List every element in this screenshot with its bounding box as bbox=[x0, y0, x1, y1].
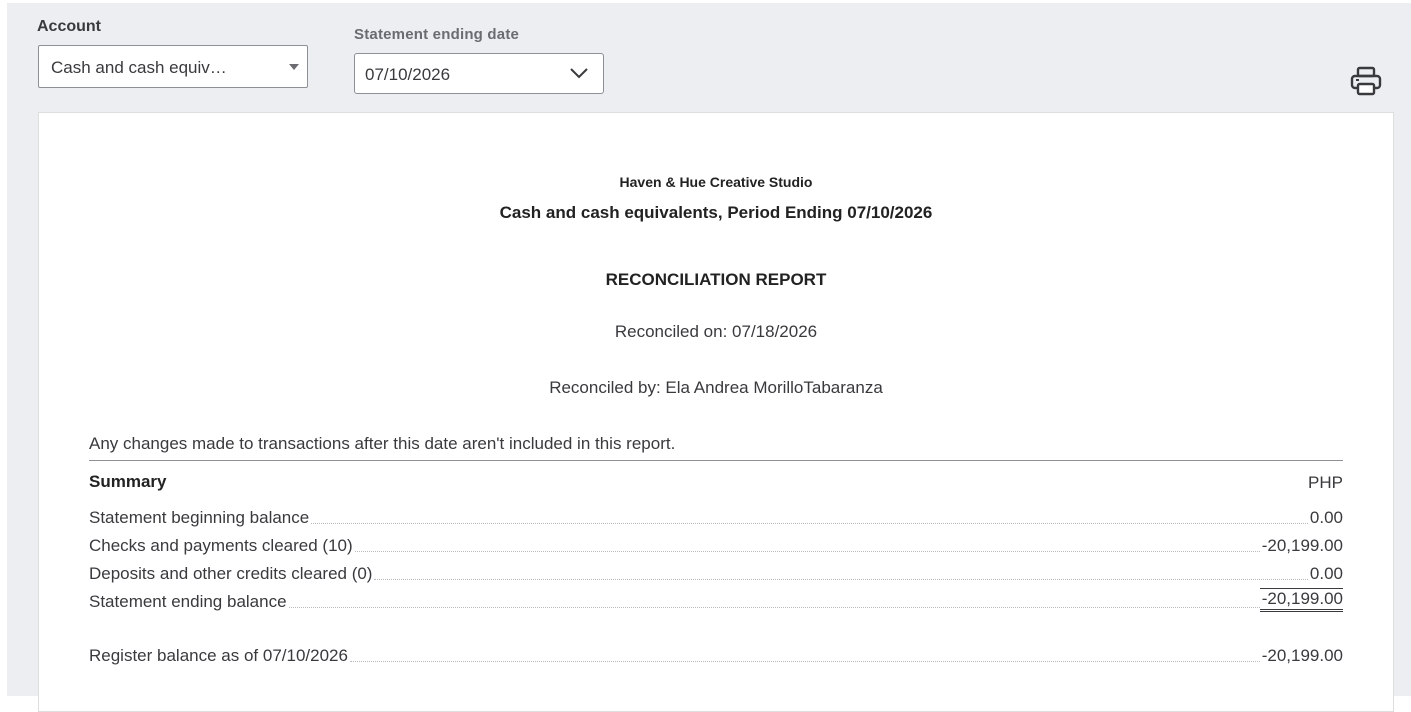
currency-label: PHP bbox=[1308, 473, 1343, 492]
reconciled-by: Reconciled by: Ela Andrea MorilloTabaran… bbox=[549, 378, 883, 397]
summary-row-total: Statement ending balance -20,199.00 bbox=[89, 588, 1343, 612]
dot-leader bbox=[311, 522, 1308, 524]
row-amount: 0.00 bbox=[1309, 508, 1343, 527]
report-notice: Any changes made to transactions after t… bbox=[89, 434, 676, 453]
divider bbox=[89, 460, 1343, 461]
row-amount: -20,199.00 bbox=[1261, 536, 1343, 555]
caret-down-icon bbox=[289, 64, 299, 70]
account-label: Account bbox=[37, 18, 101, 35]
printer-icon bbox=[1350, 66, 1382, 96]
app-window: Account Cash and cash equiv… Statement e… bbox=[7, 3, 1411, 712]
print-button[interactable] bbox=[1350, 66, 1382, 96]
summary-row: Register balance as of 07/10/2026 -20,19… bbox=[89, 644, 1343, 666]
account-select-value: Cash and cash equiv… bbox=[51, 58, 227, 77]
account-select[interactable]: Cash and cash equiv… bbox=[38, 45, 308, 88]
dot-leader bbox=[374, 578, 1308, 580]
dot-leader bbox=[288, 606, 1260, 608]
row-amount: 0.00 bbox=[1309, 564, 1343, 583]
statement-date-value: 07/10/2026 bbox=[365, 65, 451, 84]
dot-leader bbox=[354, 550, 1260, 552]
row-amount: -20,199.00 bbox=[1261, 646, 1343, 665]
summary-row: Deposits and other credits cleared (0) 0… bbox=[89, 562, 1343, 584]
statement-date-select[interactable]: 07/10/2026 bbox=[354, 53, 604, 94]
row-amount: -20,199.00 bbox=[1259, 588, 1343, 612]
reconciled-on: Reconciled on: 07/18/2026 bbox=[614, 322, 818, 341]
reconciliation-report: Haven & Hue Creative Studio Cash and cas… bbox=[38, 112, 1394, 712]
row-label: Register balance as of 07/10/2026 bbox=[89, 646, 348, 665]
chevron-down-icon bbox=[570, 68, 588, 79]
summary-heading: Summary bbox=[89, 472, 167, 491]
row-label: Deposits and other credits cleared (0) bbox=[89, 564, 373, 583]
row-label: Checks and payments cleared (10) bbox=[89, 536, 353, 555]
report-title: RECONCILIATION REPORT bbox=[605, 270, 827, 289]
summary-row: Statement beginning balance 0.00 bbox=[89, 506, 1343, 528]
report-subtitle: Cash and cash equivalents, Period Ending… bbox=[499, 203, 933, 222]
company-name: Haven & Hue Creative Studio bbox=[619, 174, 813, 190]
row-label: Statement beginning balance bbox=[89, 508, 310, 527]
statement-date-label: Statement ending date bbox=[354, 26, 520, 43]
row-label: Statement ending balance bbox=[89, 592, 287, 611]
summary-row: Checks and payments cleared (10) -20,199… bbox=[89, 534, 1343, 556]
dot-leader bbox=[349, 660, 1260, 662]
